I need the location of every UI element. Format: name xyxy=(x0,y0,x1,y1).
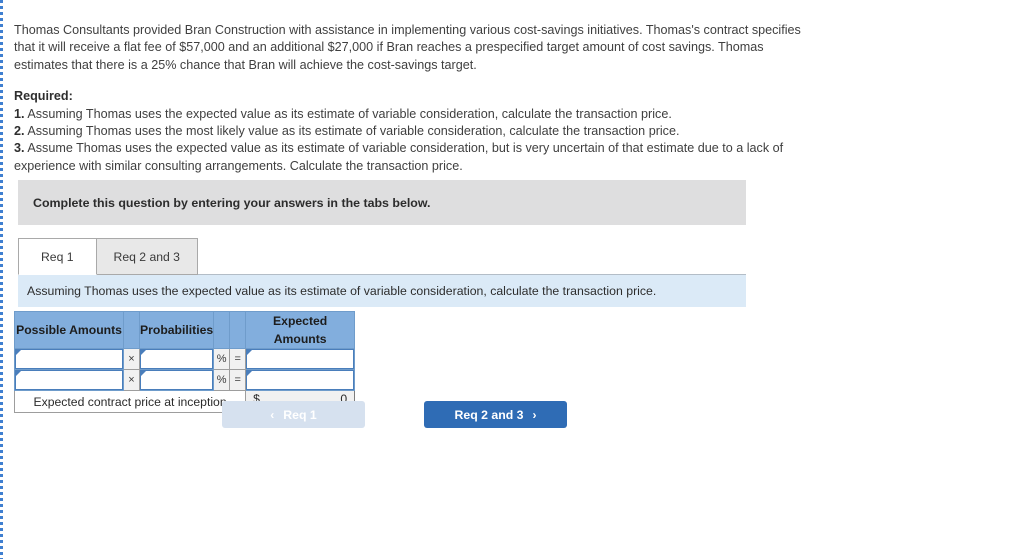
probability-cell-2 xyxy=(138,369,215,391)
tab-req-2-and-3-label: Req 2 and 3 xyxy=(113,249,180,264)
header-spacer-equals xyxy=(229,311,247,349)
table-row: × % = xyxy=(14,348,356,370)
total-label: Expected contract price at inception xyxy=(13,390,247,413)
problem-paragraph: Thomas Consultants provided Bran Constru… xyxy=(14,23,801,72)
required-block: Required: 1. Assuming Thomas uses the ex… xyxy=(14,88,809,175)
multiply-operator-1: × xyxy=(123,348,140,370)
column-header-probabilities: Probabilities xyxy=(138,311,215,349)
requirement-number-2: 2. xyxy=(14,124,25,139)
requirement-text-1: Assuming Thomas uses the expected value … xyxy=(27,106,672,121)
prev-req-button-label: Req 1 xyxy=(283,407,317,422)
probability-input-2[interactable] xyxy=(140,370,214,390)
equals-operator-1: = xyxy=(229,348,247,370)
column-header-possible-amounts: Possible Amounts xyxy=(14,311,124,349)
possible-amount-cell-2 xyxy=(14,369,124,391)
header-spacer-percent xyxy=(213,311,231,349)
tab-bar: Req 1 Req 2 and 3 xyxy=(18,236,198,275)
percent-symbol-1: % xyxy=(213,348,231,370)
requirement-number-3: 3. xyxy=(14,141,25,156)
expected-amount-cell-1 xyxy=(245,348,356,370)
requirement-number-1: 1. xyxy=(14,106,25,121)
possible-amount-input-2[interactable] xyxy=(15,370,123,390)
question-prompt-label: Assuming Thomas uses the expected value … xyxy=(27,284,657,298)
complete-question-label: Complete this question by entering your … xyxy=(33,195,431,210)
probability-input-1[interactable] xyxy=(140,349,214,369)
header-spacer-multiply xyxy=(123,311,140,349)
next-req-button[interactable]: Req 2 and 3 › xyxy=(424,401,567,428)
table-row: × % = xyxy=(14,369,356,391)
chevron-left-icon: ‹ xyxy=(270,407,275,422)
table-header-row: Possible Amounts Probabilities Expected … xyxy=(14,311,356,349)
required-heading: Required: xyxy=(14,89,73,104)
column-header-expected-amounts: Expected Amounts xyxy=(245,311,356,349)
expected-amount-input-1[interactable] xyxy=(246,349,355,369)
requirement-text-2: Assuming Thomas uses the most likely val… xyxy=(27,124,680,139)
navigation-buttons: ‹ Req 1 Req 2 and 3 › xyxy=(222,401,567,428)
chevron-right-icon: › xyxy=(532,407,537,422)
percent-symbol-2: % xyxy=(213,369,231,391)
tab-req-1[interactable]: Req 1 xyxy=(18,238,97,275)
multiply-operator-2: × xyxy=(123,369,140,391)
expected-amount-cell-2 xyxy=(245,369,356,391)
prev-req-button[interactable]: ‹ Req 1 xyxy=(222,401,365,428)
complete-question-bar: Complete this question by entering your … xyxy=(18,180,746,225)
tab-req-2-and-3[interactable]: Req 2 and 3 xyxy=(96,238,198,275)
page-edge-rail xyxy=(0,0,3,559)
possible-amount-input-1[interactable] xyxy=(15,349,123,369)
next-req-button-label: Req 2 and 3 xyxy=(454,407,524,422)
problem-statement: Thomas Consultants provided Bran Constru… xyxy=(14,22,809,175)
probability-cell-1 xyxy=(138,348,215,370)
expected-amount-input-2[interactable] xyxy=(246,370,355,390)
equals-operator-2: = xyxy=(229,369,247,391)
requirement-item-3: 3. Assume Thomas uses the expected value… xyxy=(14,140,809,175)
requirement-item-2: 2. Assuming Thomas uses the most likely … xyxy=(14,123,809,140)
requirement-item-1: 1. Assuming Thomas uses the expected val… xyxy=(14,106,809,123)
requirement-text-3: Assume Thomas uses the expected value as… xyxy=(14,141,784,173)
question-prompt-strip: Assuming Thomas uses the expected value … xyxy=(18,274,746,307)
expected-value-worksheet: Possible Amounts Probabilities Expected … xyxy=(13,311,356,414)
possible-amount-cell-1 xyxy=(14,348,124,370)
tab-req-1-label: Req 1 xyxy=(41,249,74,264)
